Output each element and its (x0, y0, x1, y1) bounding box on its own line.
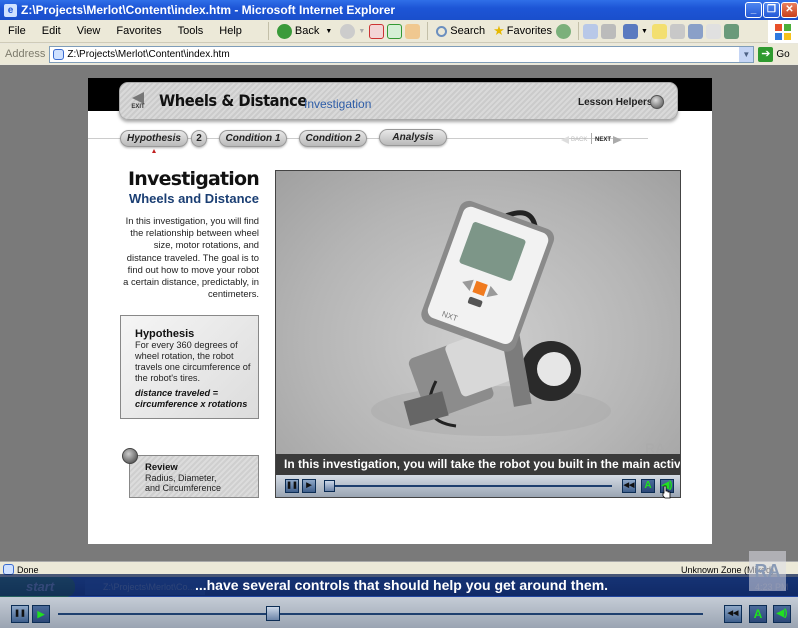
tutorial-rewind-button[interactable]: ◀◀ (724, 605, 742, 623)
toolbar-separator (578, 22, 580, 40)
tutorial-controls: ❚❚ ▶ ◀◀ A ◀) (0, 597, 798, 628)
menu-file[interactable]: File (0, 25, 34, 37)
search-button[interactable]: Search (436, 25, 485, 37)
menu-favorites[interactable]: Favorites (108, 25, 169, 37)
page-icon (53, 48, 65, 60)
menu-view[interactable]: View (69, 25, 109, 37)
tutorial-caption: ...have several controls that should hel… (0, 574, 798, 596)
go-arrow-icon: ➔ (758, 46, 774, 62)
next-link[interactable]: NEXT (595, 136, 623, 144)
back-link[interactable]: BACK (561, 136, 587, 144)
forward-dropdown-icon: ▼ (358, 27, 366, 35)
menu-tools[interactable]: Tools (170, 25, 212, 37)
star-icon: ★ (493, 23, 505, 38)
next-arrow-icon (613, 136, 623, 144)
favorites-button[interactable]: ★ Favorites (493, 23, 552, 39)
minimize-button[interactable]: _ (745, 2, 762, 18)
windows-logo-icon (768, 20, 798, 43)
back-arrow-icon (276, 23, 292, 39)
tab-analysis[interactable]: Analysis (379, 129, 447, 146)
home-icon[interactable] (405, 23, 421, 39)
tool-icon[interactable] (723, 23, 739, 39)
restore-button[interactable]: ❐ (763, 2, 780, 18)
tutorial-logo: RA (749, 551, 786, 591)
video-pause-button[interactable]: ❚❚ (285, 479, 299, 493)
tutorial-captions-button[interactable]: A (749, 605, 767, 623)
forward-button[interactable]: ▼ (340, 23, 366, 39)
note-icon[interactable] (651, 23, 667, 39)
research-icon[interactable] (687, 23, 703, 39)
video-progress-thumb[interactable] (324, 480, 335, 492)
stop-icon[interactable] (369, 23, 385, 39)
lesson-title: Wheels & Distance (159, 91, 307, 110)
edit-icon[interactable] (623, 23, 639, 39)
forward-arrow-icon (340, 23, 356, 39)
investigation-subheading: Wheels and Distance (128, 191, 259, 206)
menu-help[interactable]: Help (211, 25, 250, 37)
address-dropdown-icon[interactable]: ▼ (739, 46, 754, 62)
back-arrow-icon (561, 136, 569, 144)
tab-condition-1[interactable]: Condition 1 (219, 130, 287, 147)
hypothesis-title: Hypothesis (135, 328, 195, 340)
review-topics: Radius, Diameter, and Circumference (145, 473, 222, 493)
lesson-helpers-button[interactable] (650, 95, 664, 109)
ie-icon: e (4, 3, 17, 17)
menu-toolbar: File Edit View Favorites Tools Help Back… (0, 20, 798, 43)
investigation-heading: Investigation (128, 168, 260, 190)
tutorial-progress-track[interactable] (58, 613, 703, 615)
lesson-helpers-label[interactable]: Lesson Helpers (578, 97, 652, 108)
menu-edit[interactable]: Edit (34, 25, 69, 37)
refresh-icon[interactable] (387, 23, 403, 39)
review-knob-icon[interactable] (122, 448, 138, 464)
toolbar-separator (267, 22, 269, 40)
window-title-bar: e Z:\Projects\Merlot\Content\index.htm -… (0, 0, 798, 20)
tutorial-play-button[interactable]: ▶ (32, 605, 50, 623)
history-icon[interactable] (556, 23, 572, 39)
messenger-icon[interactable] (705, 23, 721, 39)
active-tab-marker (152, 149, 156, 153)
tutorial-audio-button[interactable]: ◀) (773, 605, 791, 623)
toolbar-separator (427, 22, 429, 40)
print-icon[interactable] (601, 23, 617, 39)
go-button[interactable]: ➔ Go (758, 46, 790, 62)
exit-arrow-icon (132, 92, 144, 104)
address-label: Address (5, 48, 46, 60)
exit-button[interactable]: EXIT (128, 92, 148, 112)
hypothesis-box: Hypothesis For every 360 degrees of whee… (120, 315, 259, 419)
review-title: Review (145, 462, 178, 473)
video-progress-track[interactable] (324, 485, 612, 487)
nav-separator (591, 133, 592, 144)
video-captions-button[interactable]: A (641, 479, 655, 493)
edit-dropdown-icon[interactable]: ▼ (641, 28, 648, 35)
lesson-subtitle: Investigation (304, 97, 372, 111)
discuss-icon[interactable] (669, 23, 685, 39)
tab-condition-2[interactable]: Condition 2 (299, 130, 367, 147)
video-rewind-button[interactable]: ◀◀ (622, 479, 636, 493)
window-title: Z:\Projects\Merlot\Content\index.htm - M… (21, 3, 396, 17)
tab-hypothesis[interactable]: Hypothesis (120, 130, 188, 147)
tab-hypothesis-2[interactable]: 2 (191, 130, 207, 147)
search-icon (436, 25, 448, 37)
tutorial-progress-thumb[interactable] (266, 606, 281, 621)
video-play-button[interactable]: ▶ (302, 479, 316, 493)
video-frame[interactable]: NXT (276, 171, 680, 454)
back-button[interactable]: Back ▼ (276, 23, 332, 39)
mail-icon[interactable] (583, 23, 599, 39)
video-caption: In this investigation, you will take the… (276, 454, 680, 475)
hypothesis-body: For every 360 degrees of wheel rotation,… (135, 340, 251, 383)
investigation-intro: In this investigation, you will find the… (123, 215, 259, 300)
video-controls: ❚❚ ▶ ◀◀ A ◀) (276, 475, 680, 497)
status-text: Done (17, 564, 39, 575)
hand-cursor-icon (662, 485, 671, 499)
nxt-robot-image: NXT (371, 200, 611, 436)
back-dropdown-icon[interactable]: ▼ (325, 28, 332, 35)
address-bar: Address Z:\Projects\Merlot\Content\index… (0, 44, 798, 64)
tutorial-pause-button[interactable]: ❚❚ (11, 605, 29, 623)
address-input[interactable]: Z:\Projects\Merlot\Content\index.htm ▼ (49, 45, 755, 63)
hypothesis-formula: distance traveled = circumference x rota… (135, 388, 248, 409)
review-button[interactable]: Review Radius, Diameter, and Circumferen… (129, 455, 259, 498)
close-button[interactable]: ✕ (781, 2, 798, 18)
